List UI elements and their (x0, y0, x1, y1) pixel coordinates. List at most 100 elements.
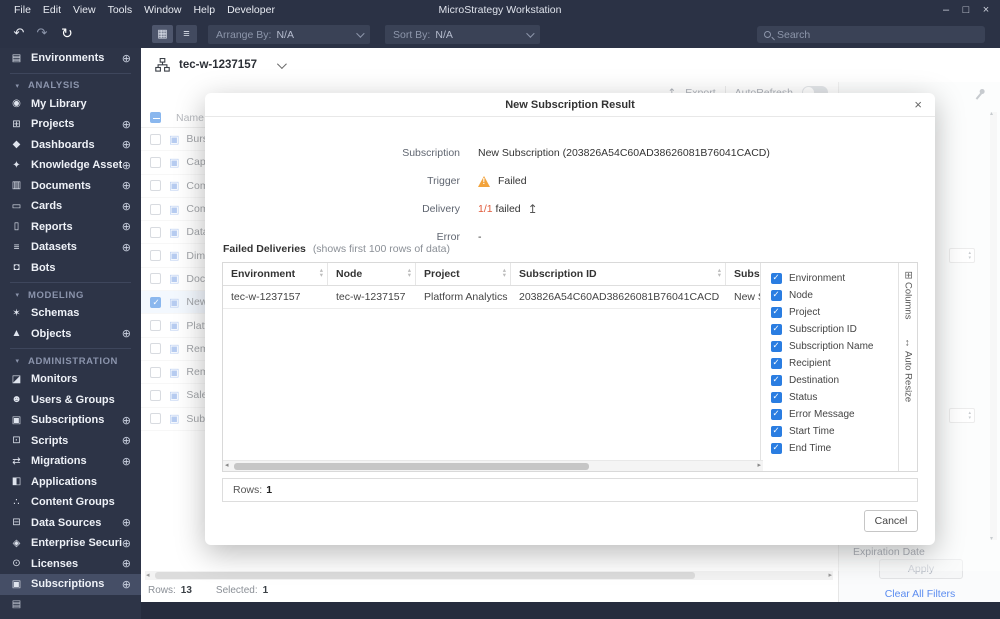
horizontal-scrollbar[interactable]: ◂ ▸ (145, 571, 833, 580)
checkbox-checked-icon[interactable] (771, 357, 782, 369)
sidebar-item[interactable] (10, 72, 131, 74)
column-header[interactable]: Environment (223, 263, 328, 285)
add-icon[interactable]: ⊕ (122, 414, 131, 427)
clear-all-filters-link[interactable]: Clear All Filters (839, 588, 1000, 600)
sidebar-item[interactable]: ◉ My Library (0, 94, 141, 115)
cancel-button[interactable]: Cancel (864, 510, 918, 532)
sort-icon[interactable] (404, 269, 411, 278)
column-toggle-item[interactable]: Subscription Name (771, 338, 898, 355)
undo-icon[interactable]: ↶ (10, 25, 28, 41)
column-header[interactable]: Project (416, 263, 511, 285)
sidebar-item[interactable]: ⊙ Licenses ⊕ (0, 554, 141, 575)
add-icon[interactable]: ⊕ (122, 138, 131, 151)
column-toggle-item[interactable]: Start Time (771, 423, 898, 440)
scroll-right-icon[interactable]: ▸ (757, 461, 761, 471)
sidebar-item[interactable]: ⊟ Data Sources ⊕ (0, 513, 141, 534)
close-icon[interactable]: × (914, 93, 922, 117)
column-toggle-item[interactable]: Environment (771, 270, 898, 287)
scrollbar-thumb[interactable] (155, 572, 695, 579)
checkbox-checked-icon[interactable] (771, 323, 782, 335)
sidebar-item[interactable]: ⇄ Migrations ⊕ (0, 451, 141, 472)
add-icon[interactable]: ⊕ (122, 52, 131, 65)
column-toggle-item[interactable]: Subscription ID (771, 321, 898, 338)
tab-auto-resize[interactable]: ↔ Auto Resize (903, 338, 914, 402)
checkbox-checked-icon[interactable] (771, 391, 782, 403)
scroll-left-icon[interactable]: ◂ (146, 571, 150, 580)
list-view-button[interactable]: ≡ (176, 25, 197, 43)
sidebar-item[interactable]: ▥ Documents ⊕ (0, 176, 141, 197)
add-icon[interactable]: ⊕ (122, 159, 131, 172)
sidebar-item[interactable]: ▣ Subscriptions ⊕ (0, 410, 141, 431)
menu-item[interactable]: View (67, 4, 102, 16)
checkbox-checked-icon[interactable] (771, 442, 782, 454)
sort-icon[interactable] (499, 269, 506, 278)
column-header[interactable]: Subscription ID (511, 263, 726, 285)
column-toggle-item[interactable]: Project (771, 304, 898, 321)
sidebar-item[interactable]: ◆ Dashboards ⊕ (0, 135, 141, 156)
sidebar-item[interactable] (10, 348, 131, 349)
sidebar-item[interactable]: ▤ Environments ⊕ (0, 48, 141, 69)
checkbox-checked-icon[interactable] (771, 306, 782, 318)
sidebar-item[interactable]: ⊞ Projects ⊕ (0, 114, 141, 135)
sidebar-item[interactable]: ▣ Subscriptions ⊕ (0, 574, 141, 595)
close-button[interactable]: × (978, 4, 994, 16)
sidebar-item[interactable] (10, 282, 131, 283)
checkbox-checked-icon[interactable] (771, 374, 782, 386)
sort-icon[interactable] (714, 269, 721, 278)
scroll-right-icon[interactable]: ▸ (828, 571, 832, 580)
column-toggle-item[interactable]: Recipient (771, 355, 898, 372)
sidebar-item[interactable]: ▯ Reports ⊕ (0, 217, 141, 238)
add-icon[interactable]: ⊕ (122, 557, 131, 570)
column-toggle-item[interactable]: Error Message (771, 406, 898, 423)
sidebar-item[interactable]: ▾ ADMINISTRATION (0, 353, 141, 369)
checkbox-checked-icon[interactable] (771, 272, 782, 284)
sort-by-dropdown[interactable]: Sort By: N/A (385, 25, 540, 44)
add-icon[interactable]: ⊕ (122, 241, 131, 254)
add-icon[interactable]: ⊕ (122, 220, 131, 233)
menu-item[interactable]: File (8, 4, 37, 16)
sidebar-item[interactable]: ▭ Cards ⊕ (0, 196, 141, 217)
sidebar-item[interactable]: ∴ Content Groups (0, 492, 141, 513)
sidebar-item[interactable]: ✦ Knowledge Assets ⊕ (0, 155, 141, 176)
sort-icon[interactable] (316, 269, 323, 278)
grid-view-button[interactable]: ▦ (152, 25, 173, 43)
refresh-icon[interactable]: ↻ (58, 25, 76, 42)
menu-item[interactable]: Edit (37, 4, 67, 16)
add-icon[interactable]: ⊕ (122, 118, 131, 131)
arrange-by-dropdown[interactable]: Arrange By: N/A (208, 25, 370, 44)
add-icon[interactable]: ⊕ (122, 537, 131, 550)
add-icon[interactable]: ⊕ (122, 327, 131, 340)
add-icon[interactable]: ⊕ (122, 578, 131, 591)
sidebar-item[interactable]: ◈ Enterprise Security ⊕ (0, 533, 141, 554)
add-icon[interactable]: ⊕ (122, 434, 131, 447)
export-icon[interactable]: ↥ (528, 202, 538, 216)
sidebar-item[interactable]: ▲ Objects ⊕ (0, 324, 141, 345)
checkbox-checked-icon[interactable] (771, 408, 782, 420)
checkbox-checked-icon[interactable] (771, 340, 782, 352)
add-icon[interactable]: ⊕ (122, 179, 131, 192)
sidebar-item[interactable]: ≡ Datasets ⊕ (0, 237, 141, 258)
table-horizontal-scrollbar[interactable]: ◂ ▸ (223, 460, 763, 471)
sidebar-item[interactable]: ☻ Users & Groups (0, 390, 141, 411)
scrollbar-thumb[interactable] (234, 463, 589, 470)
sidebar-item[interactable]: ✶ Schemas (0, 303, 141, 324)
sidebar-item[interactable]: ⊡ Scripts ⊕ (0, 431, 141, 452)
menu-item[interactable]: Tools (102, 4, 139, 16)
sidebar-item[interactable]: ◪ Monitors (0, 369, 141, 390)
sidebar-item[interactable]: ◧ Applications (0, 472, 141, 493)
environment-selector[interactable]: tec-w-1237157 (141, 48, 838, 82)
menu-item[interactable]: Developer (221, 4, 281, 16)
maximize-button[interactable]: □ (958, 4, 974, 16)
menu-item[interactable]: Help (187, 4, 221, 16)
redo-icon[interactable]: ↷ (33, 25, 51, 41)
column-toggle-item[interactable]: Node (771, 287, 898, 304)
add-icon[interactable]: ⊕ (122, 455, 131, 468)
sidebar-item[interactable]: ▾ MODELING (0, 287, 141, 303)
search-input[interactable]: Search (757, 26, 985, 43)
column-header[interactable]: Node (328, 263, 416, 285)
add-icon[interactable]: ⊕ (122, 516, 131, 529)
minimize-button[interactable]: – (938, 4, 954, 16)
column-toggle-item[interactable]: End Time (771, 440, 898, 457)
add-icon[interactable]: ⊕ (122, 200, 131, 213)
tab-columns[interactable]: ⊞ Columns (903, 271, 914, 320)
